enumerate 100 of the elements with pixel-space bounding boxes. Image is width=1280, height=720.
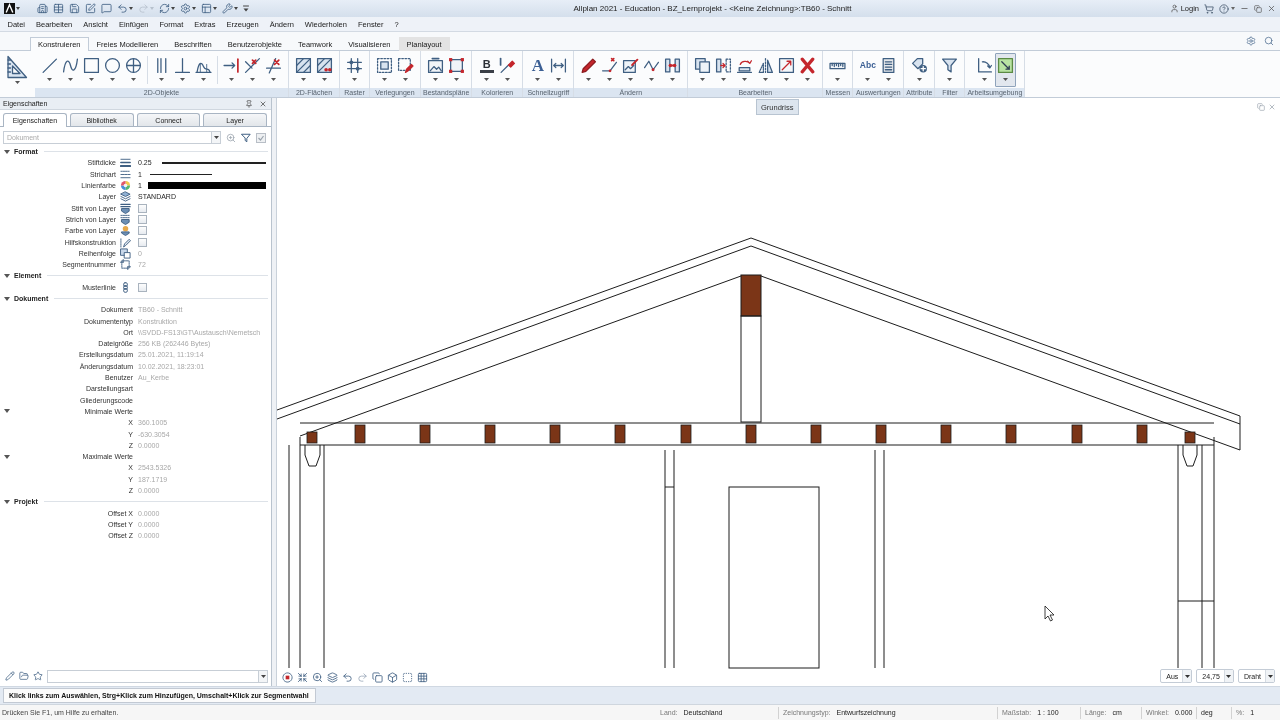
beam-section bbox=[549, 424, 561, 444]
settings-button[interactable] bbox=[1246, 36, 1256, 46]
app-menu-button[interactable] bbox=[3, 1, 21, 16]
tools-button[interactable] bbox=[221, 1, 239, 16]
letter-b-button[interactable]: B bbox=[476, 53, 498, 87]
caret-icon bbox=[1267, 674, 1273, 678]
fit-view-button[interactable] bbox=[297, 671, 308, 683]
caret-icon bbox=[805, 78, 811, 81]
checkbox[interactable] bbox=[138, 203, 147, 213]
refresh-button[interactable] bbox=[158, 1, 176, 16]
pin-button[interactable] bbox=[245, 99, 253, 108]
caret-icon bbox=[213, 7, 217, 10]
close-icon bbox=[1268, 103, 1276, 111]
folder-button[interactable] bbox=[19, 671, 29, 681]
command-field[interactable] bbox=[47, 669, 258, 683]
caret-icon bbox=[535, 78, 541, 81]
set-square-button[interactable] bbox=[4, 53, 30, 87]
expand-icon[interactable] bbox=[4, 453, 10, 460]
close-icon bbox=[1267, 4, 1276, 13]
connect-bars-icon bbox=[664, 57, 682, 74]
arrow-to-line-icon bbox=[223, 57, 240, 74]
circle-icon bbox=[104, 57, 121, 74]
star-button[interactable] bbox=[33, 671, 43, 681]
checkmark-icon bbox=[256, 132, 266, 143]
caret-icon bbox=[129, 7, 133, 10]
help-button[interactable] bbox=[1219, 2, 1235, 15]
expand-icon[interactable] bbox=[4, 272, 10, 279]
pencil-icon bbox=[5, 671, 15, 681]
expand-icon[interactable] bbox=[4, 498, 10, 505]
abc-button[interactable]: Abc bbox=[857, 53, 879, 87]
pencil-button[interactable] bbox=[5, 671, 15, 681]
frame-pencil-icon bbox=[397, 57, 414, 74]
person-icon bbox=[1169, 4, 1179, 13]
folder-icon bbox=[19, 671, 29, 681]
search-button[interactable] bbox=[1264, 36, 1274, 46]
caret-icon bbox=[700, 78, 706, 81]
target-button[interactable] bbox=[282, 671, 293, 683]
fit-view-icon bbox=[297, 671, 308, 683]
close-button[interactable] bbox=[1267, 4, 1276, 13]
customize-icon bbox=[243, 5, 249, 12]
caret-icon bbox=[607, 78, 613, 81]
buildings-icon bbox=[37, 3, 48, 14]
underline-bar-icon bbox=[479, 70, 494, 73]
comment-button[interactable] bbox=[100, 1, 113, 16]
undo-button[interactable] bbox=[342, 671, 353, 683]
zoom-button[interactable] bbox=[312, 671, 323, 683]
dropdown-button[interactable] bbox=[211, 131, 221, 144]
order-icon bbox=[119, 247, 131, 259]
beam-section bbox=[1005, 424, 1017, 444]
caret-icon bbox=[721, 78, 727, 81]
caret-icon bbox=[131, 78, 136, 81]
caret-icon bbox=[159, 78, 164, 81]
edit-button[interactable] bbox=[84, 1, 97, 16]
cube-button[interactable] bbox=[387, 671, 398, 683]
caret-icon bbox=[89, 78, 94, 81]
filter-button[interactable] bbox=[241, 132, 251, 143]
cart-button[interactable] bbox=[1204, 3, 1214, 14]
filter-icon bbox=[241, 132, 251, 143]
caret-icon bbox=[433, 78, 439, 81]
beam-section bbox=[1136, 424, 1148, 444]
caret-icon bbox=[649, 78, 655, 81]
caret-icon bbox=[110, 78, 115, 81]
settings-icon bbox=[180, 3, 191, 14]
layers-button[interactable] bbox=[327, 671, 338, 683]
workspace-button[interactable] bbox=[994, 53, 1016, 87]
grid-button[interactable] bbox=[417, 671, 428, 683]
dropdown-button[interactable] bbox=[258, 669, 268, 683]
checkbox[interactable] bbox=[138, 282, 147, 292]
grid-icon bbox=[346, 57, 363, 74]
close-button[interactable] bbox=[259, 99, 267, 108]
windows-button[interactable] bbox=[372, 671, 383, 683]
save-button[interactable] bbox=[68, 1, 81, 16]
undo-button[interactable] bbox=[116, 1, 134, 16]
workspace-icon bbox=[996, 57, 1014, 74]
layers-icon bbox=[327, 671, 338, 683]
checkbox[interactable] bbox=[138, 226, 147, 236]
axes-rotate-icon bbox=[975, 57, 993, 74]
table-button[interactable] bbox=[52, 1, 65, 16]
caret-icon bbox=[234, 7, 238, 10]
settings-button[interactable] bbox=[179, 1, 197, 16]
checkbox[interactable] bbox=[138, 237, 147, 247]
caret-icon bbox=[742, 78, 748, 81]
buildings-button[interactable] bbox=[36, 1, 49, 16]
caret-icon bbox=[403, 78, 408, 81]
expand-icon[interactable] bbox=[4, 295, 10, 302]
caret-icon bbox=[947, 78, 953, 81]
letter-a-button[interactable]: A bbox=[527, 53, 549, 87]
beam-section bbox=[875, 424, 887, 444]
tag-plus-icon bbox=[910, 57, 928, 74]
zoom-in-icon bbox=[312, 671, 323, 683]
selection-frame-button[interactable] bbox=[402, 671, 413, 683]
caret-icon bbox=[382, 78, 387, 81]
undo-icon bbox=[342, 671, 353, 683]
star-icon bbox=[33, 671, 43, 681]
cart-icon bbox=[1204, 3, 1214, 14]
checkbox[interactable] bbox=[138, 214, 147, 224]
window-layout-button[interactable] bbox=[200, 1, 218, 16]
expand-icon[interactable] bbox=[4, 148, 10, 155]
caret-icon bbox=[201, 78, 206, 81]
expand-icon[interactable] bbox=[4, 408, 10, 415]
